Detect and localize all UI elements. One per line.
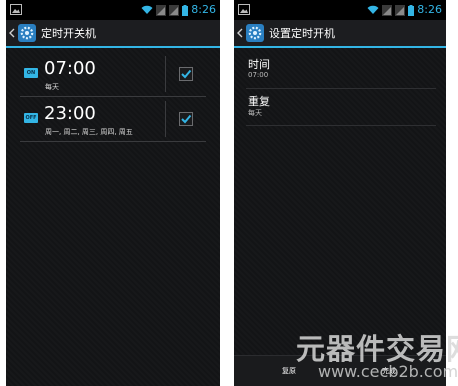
alarm-time: 07:00 — [44, 58, 96, 79]
checkmark-icon — [181, 69, 192, 79]
settings-list: 时间 07:00 重复 每天 — [246, 52, 436, 126]
off-badge-icon: OFF — [24, 113, 38, 123]
on-badge-icon: ON — [24, 68, 38, 78]
setting-summary: 每天 — [248, 109, 262, 117]
setting-time[interactable]: 时间 07:00 — [246, 52, 436, 89]
page-title: 设置定时开机 — [269, 27, 335, 40]
settings-gear-icon[interactable] — [246, 24, 264, 42]
picture-notification-icon — [10, 4, 22, 15]
alarm-repeat: 周一, 周二, 周三, 周四, 周五 — [45, 128, 133, 136]
action-bar: 设置定时开机 — [234, 20, 446, 48]
chevron-left-icon — [9, 28, 15, 38]
alarm-row-power-on[interactable]: ON 07:00 每天 — [20, 52, 206, 97]
alarm-time: 23:00 — [44, 103, 96, 124]
picture-notification-icon — [238, 4, 250, 15]
sim1-signal-icon — [382, 4, 393, 16]
alarm-enable-checkbox[interactable] — [179, 112, 193, 126]
checkmark-icon — [181, 114, 192, 124]
status-bar: 8:26 — [6, 0, 220, 20]
page-title: 定时开关机 — [41, 27, 96, 40]
chevron-left-icon — [237, 28, 243, 38]
watermark-url: www.cecb2b.com — [318, 362, 458, 381]
settings-gear-icon[interactable] — [18, 24, 36, 42]
divider — [165, 56, 166, 92]
action-bar: 定时开关机 — [6, 20, 220, 48]
status-time: 8:26 — [417, 3, 442, 16]
status-time: 8:26 — [191, 3, 216, 16]
alarm-list-screen: 8:26 定时开关机 ON 07:00 每天 OFF 23:00 周一, 周二,… — [6, 0, 220, 386]
wifi-icon — [367, 5, 379, 14]
alarm-list: ON 07:00 每天 OFF 23:00 周一, 周二, 周三, 周四, 周五 — [20, 52, 206, 142]
sim2-signal-icon — [395, 4, 406, 16]
battery-icon — [182, 4, 189, 16]
divider — [165, 101, 166, 137]
setting-repeat[interactable]: 重复 每天 — [246, 89, 436, 126]
status-bar: 8:26 — [234, 0, 446, 20]
up-navigation[interactable] — [8, 25, 16, 41]
battery-icon — [408, 4, 415, 16]
setting-title: 时间 — [248, 58, 270, 71]
alarm-row-power-off[interactable]: OFF 23:00 周一, 周二, 周三, 周四, 周五 — [20, 97, 206, 142]
setting-title: 重复 — [248, 95, 270, 108]
sim2-signal-icon — [169, 4, 180, 16]
alarm-repeat: 每天 — [45, 83, 59, 91]
setting-summary: 07:00 — [248, 71, 269, 79]
wifi-icon — [141, 5, 153, 14]
up-navigation[interactable] — [236, 25, 244, 41]
alarm-enable-checkbox[interactable] — [179, 67, 193, 81]
sim1-signal-icon — [156, 4, 167, 16]
